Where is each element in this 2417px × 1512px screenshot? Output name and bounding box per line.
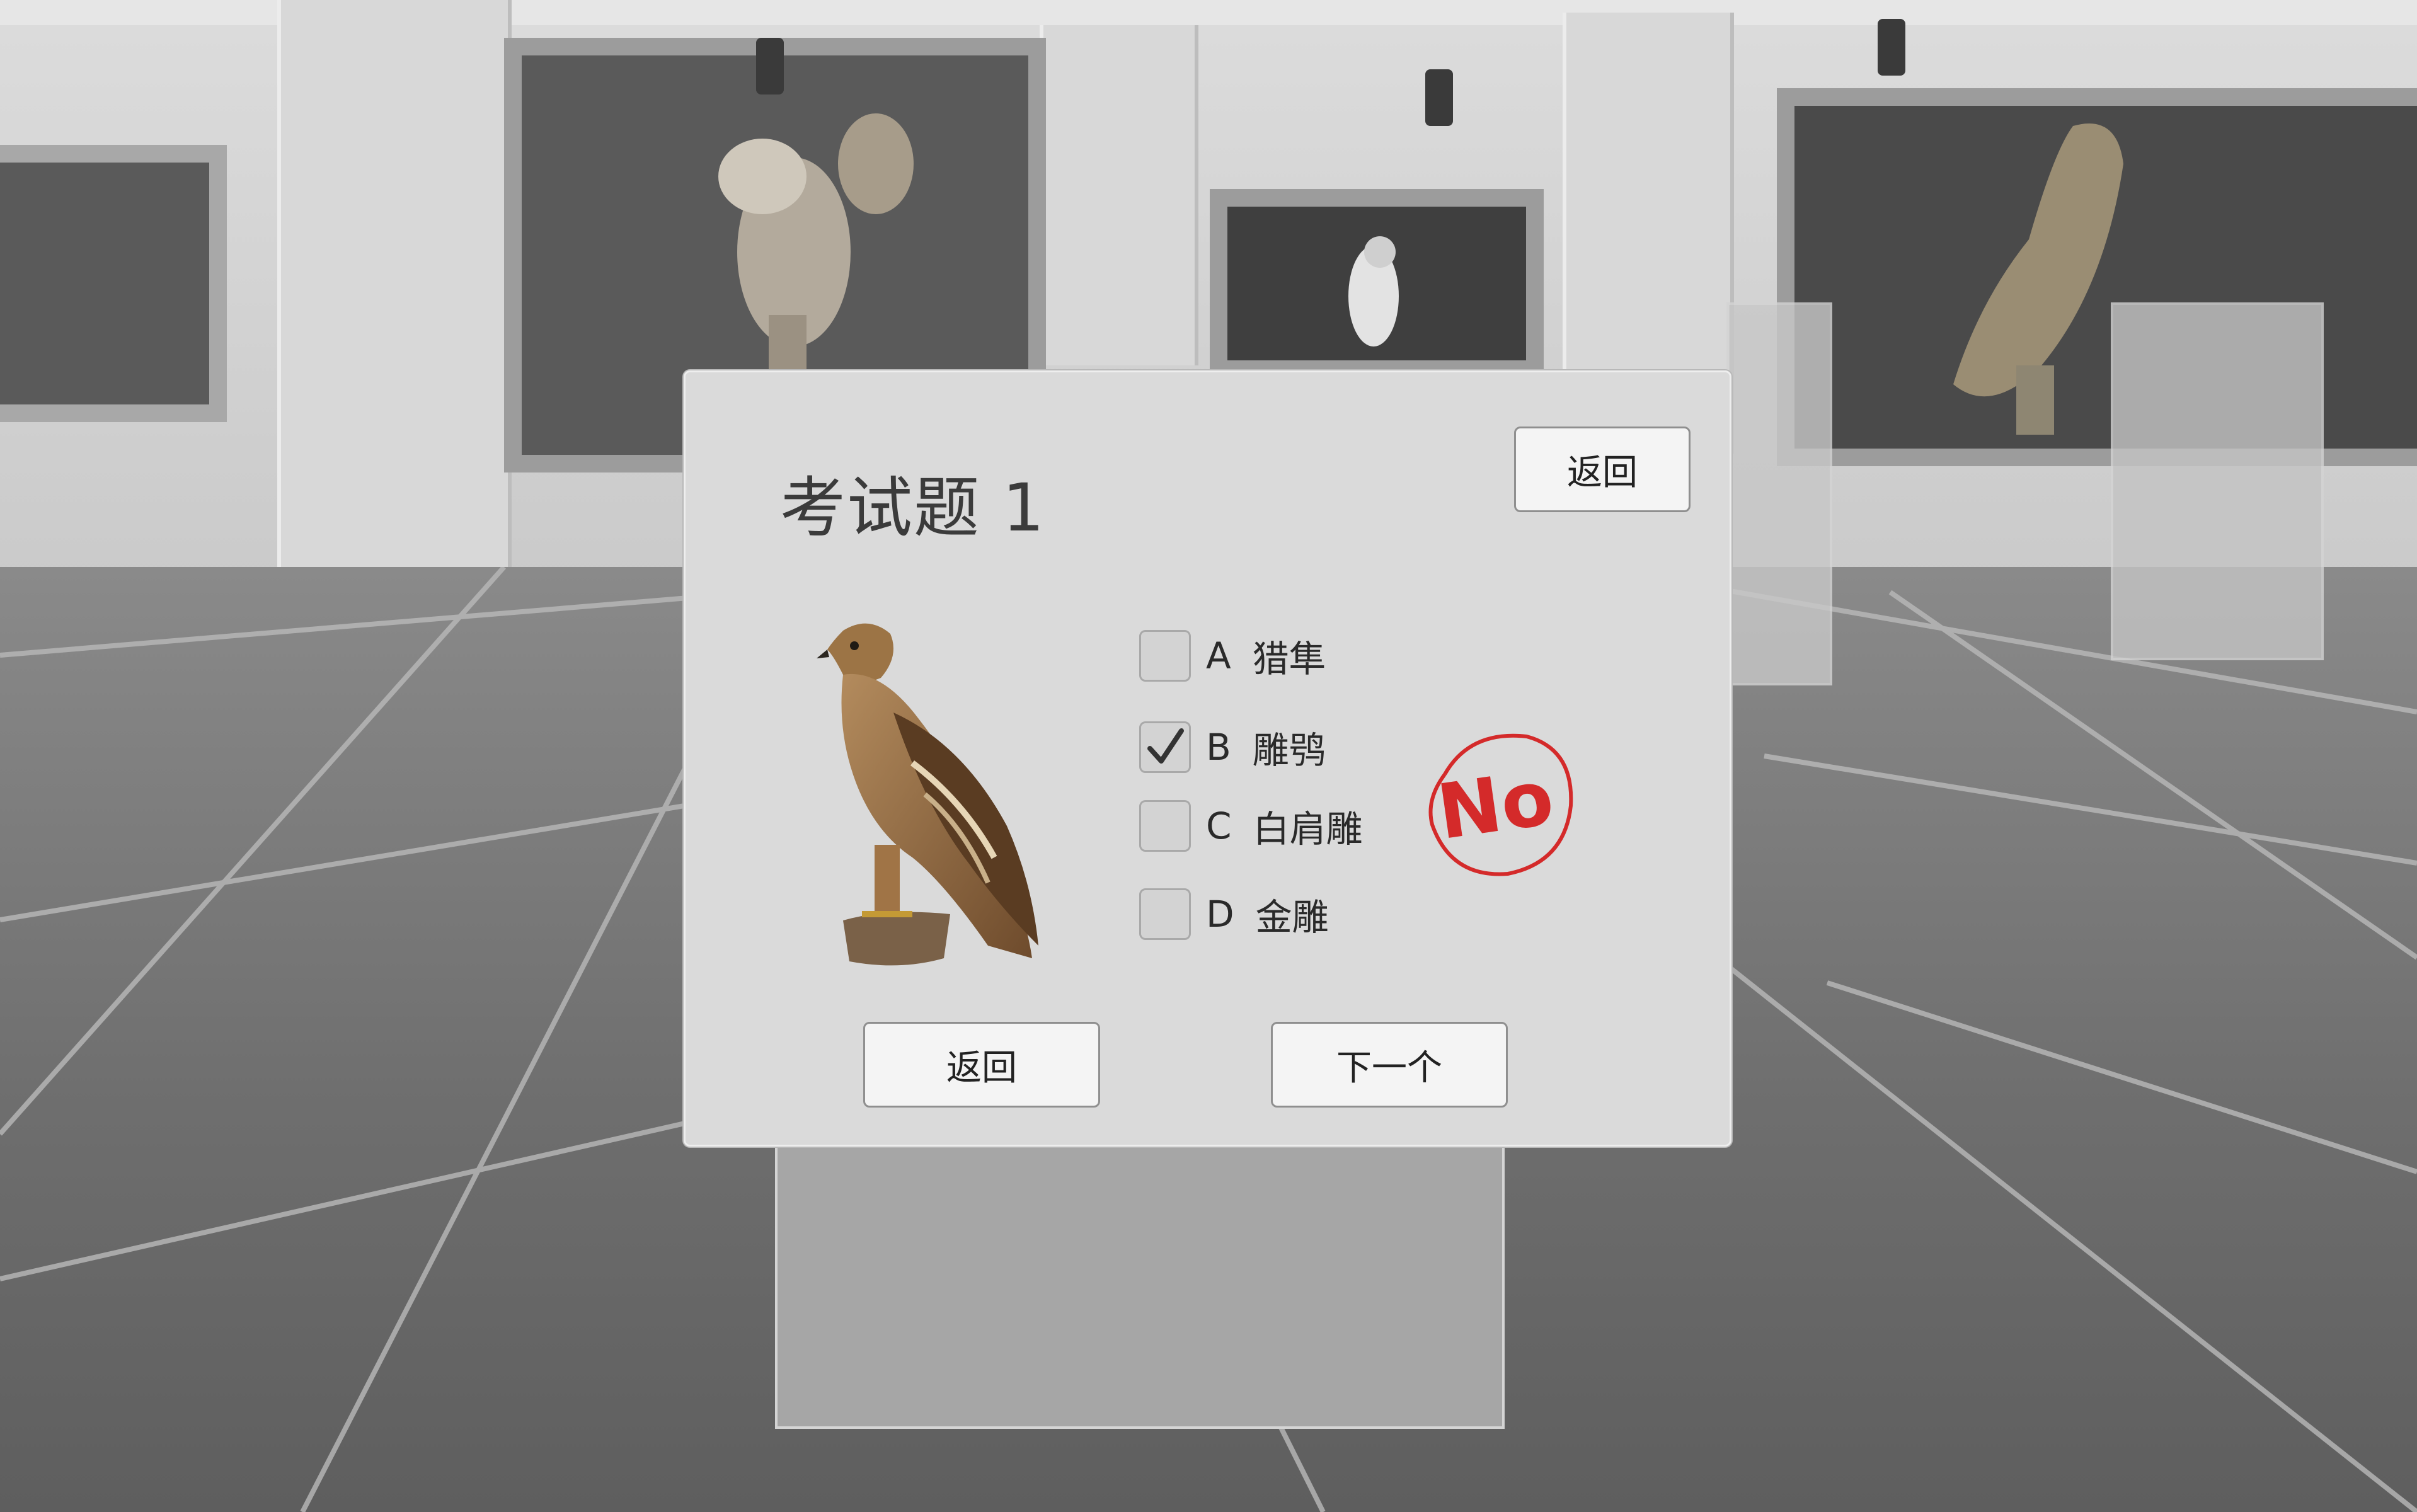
quiz-dialog: 考试题 1 返回 A 猎隼 B 雕鸮 C 白肩雕 D 金雕 No 返回 下一个 — [684, 370, 1731, 1147]
stamp-text: No — [1432, 754, 1558, 857]
option-b-text: 雕鸮 — [1252, 729, 1326, 772]
option-c-letter: C — [1206, 805, 1232, 847]
spotlight-middle — [1425, 69, 1453, 126]
eagle-photo — [817, 623, 1038, 966]
option-a-letter: A — [1206, 634, 1231, 677]
option-b-checkbox[interactable] — [1139, 721, 1191, 773]
pillar-middle — [1040, 25, 1198, 365]
center-pedestal — [775, 1121, 1505, 1429]
glass-case-left — [1726, 302, 1832, 685]
bottom-return-button[interactable]: 返回 — [863, 1022, 1100, 1108]
next-button[interactable]: 下一个 — [1271, 1022, 1508, 1108]
option-d-text: 金雕 — [1255, 896, 1329, 939]
option-c-text: 白肩雕 — [1253, 808, 1363, 850]
quiz-title: 考试题 1 — [780, 469, 1046, 546]
option-d-letter: D — [1206, 893, 1234, 936]
option-b-letter: B — [1206, 726, 1231, 769]
pillar-left — [277, 0, 512, 605]
option-a-checkbox[interactable] — [1139, 630, 1191, 682]
spotlight-right — [1878, 19, 1905, 76]
owl-statue — [718, 113, 914, 372]
option-b[interactable]: B 雕鸮 — [1139, 719, 1326, 776]
option-a[interactable]: A 猎隼 — [1139, 627, 1326, 684]
option-d-checkbox[interactable] — [1139, 888, 1191, 940]
top-return-button[interactable]: 返回 — [1514, 427, 1691, 512]
glass-case-right — [2111, 302, 2324, 660]
option-c-checkbox[interactable] — [1139, 800, 1191, 852]
left-wall-frame — [0, 145, 227, 422]
option-d[interactable]: D 金雕 — [1139, 886, 1329, 942]
option-c[interactable]: C 白肩雕 — [1139, 798, 1363, 854]
result-stamp: No — [1428, 733, 1573, 876]
spotlight-left — [756, 38, 784, 94]
white-bird-statue — [1348, 236, 1399, 346]
option-a-text: 猎隼 — [1252, 638, 1326, 680]
checkmark-icon — [1147, 728, 1184, 764]
